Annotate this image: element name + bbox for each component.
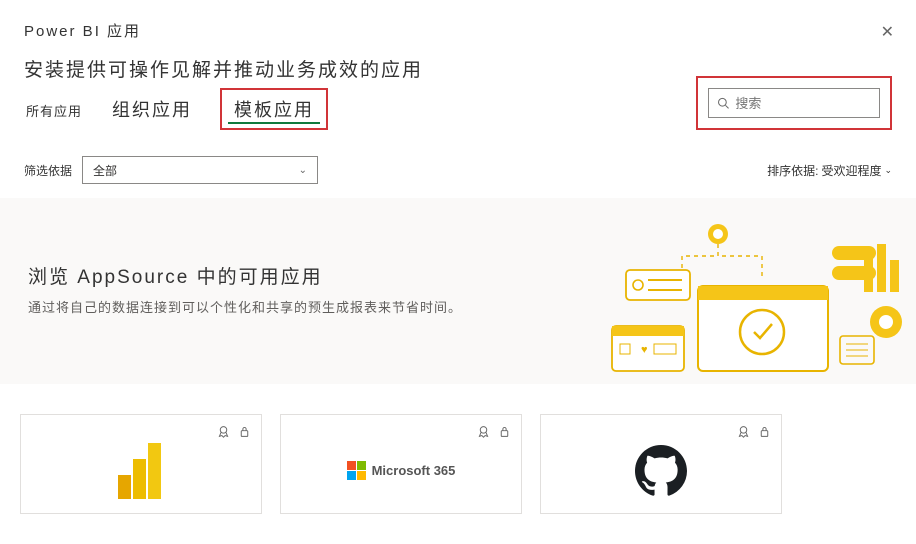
sort-value: 受欢迎程度 [821,162,881,179]
sort-prefix: 排序依据: [767,162,818,179]
github-logo-icon [635,445,687,497]
app-card-github[interactable] [540,414,782,514]
powerbi-logo-icon [116,443,166,499]
banner-text: 浏览 AppSource 中的可用应用 通过将自己的数据连接到可以个性化和共享的… [28,262,462,320]
tab-template-apps[interactable]: 模板应用 [220,88,328,130]
search-input[interactable] [735,96,871,111]
filter-select[interactable]: 全部 ⌄ [82,156,318,184]
header: Power BI 应用 ✕ [0,0,916,45]
certified-icon [217,425,230,438]
app-cards: Microsoft 365 [0,384,916,544]
svg-text:♥: ♥ [641,344,648,356]
microsoft-logo-icon [347,461,366,480]
search-icon [717,96,729,110]
page-title: Power BI 应用 [24,20,892,41]
card-label: Microsoft 365 [372,463,456,478]
banner-heading: 浏览 AppSource 中的可用应用 [28,262,462,289]
card-badges [551,425,771,438]
tab-row: 所有应用 组织应用 模板应用 [0,82,916,136]
search-highlight [696,76,892,130]
card-body [31,438,251,503]
tab-all-apps[interactable]: 所有应用 [24,95,84,126]
chevron-down-icon: ⌄ [884,165,892,176]
close-button[interactable]: ✕ [881,22,894,42]
banner-illustration: ♥ [576,216,906,376]
certified-icon [477,425,490,438]
chevron-down-icon: ⌄ [299,165,307,176]
lock-icon [758,425,771,438]
app-card-powerbi[interactable] [20,414,262,514]
card-badges [31,425,251,438]
sort-control[interactable]: 排序依据: 受欢迎程度 ⌄ [767,162,892,179]
search-box[interactable] [708,88,880,118]
banner-description: 通过将自己的数据连接到可以个性化和共享的预生成报表来节省时间。 [28,297,462,320]
filter-row: 筛选依据 全部 ⌄ 排序依据: 受欢迎程度 ⌄ [0,136,916,198]
lock-icon [498,425,511,438]
lock-icon [238,425,251,438]
card-badges [291,425,511,438]
app-card-microsoft365[interactable]: Microsoft 365 [280,414,522,514]
tab-org-apps[interactable]: 组织应用 [110,90,194,128]
certified-icon [737,425,750,438]
filter-value: 全部 [93,162,117,179]
tabs: 所有应用 组织应用 模板应用 [24,88,328,130]
appsource-banner: 浏览 AppSource 中的可用应用 通过将自己的数据连接到可以个性化和共享的… [0,198,916,384]
card-body [551,438,771,503]
filter-label: 筛选依据 [24,162,72,179]
card-body: Microsoft 365 [291,438,511,503]
